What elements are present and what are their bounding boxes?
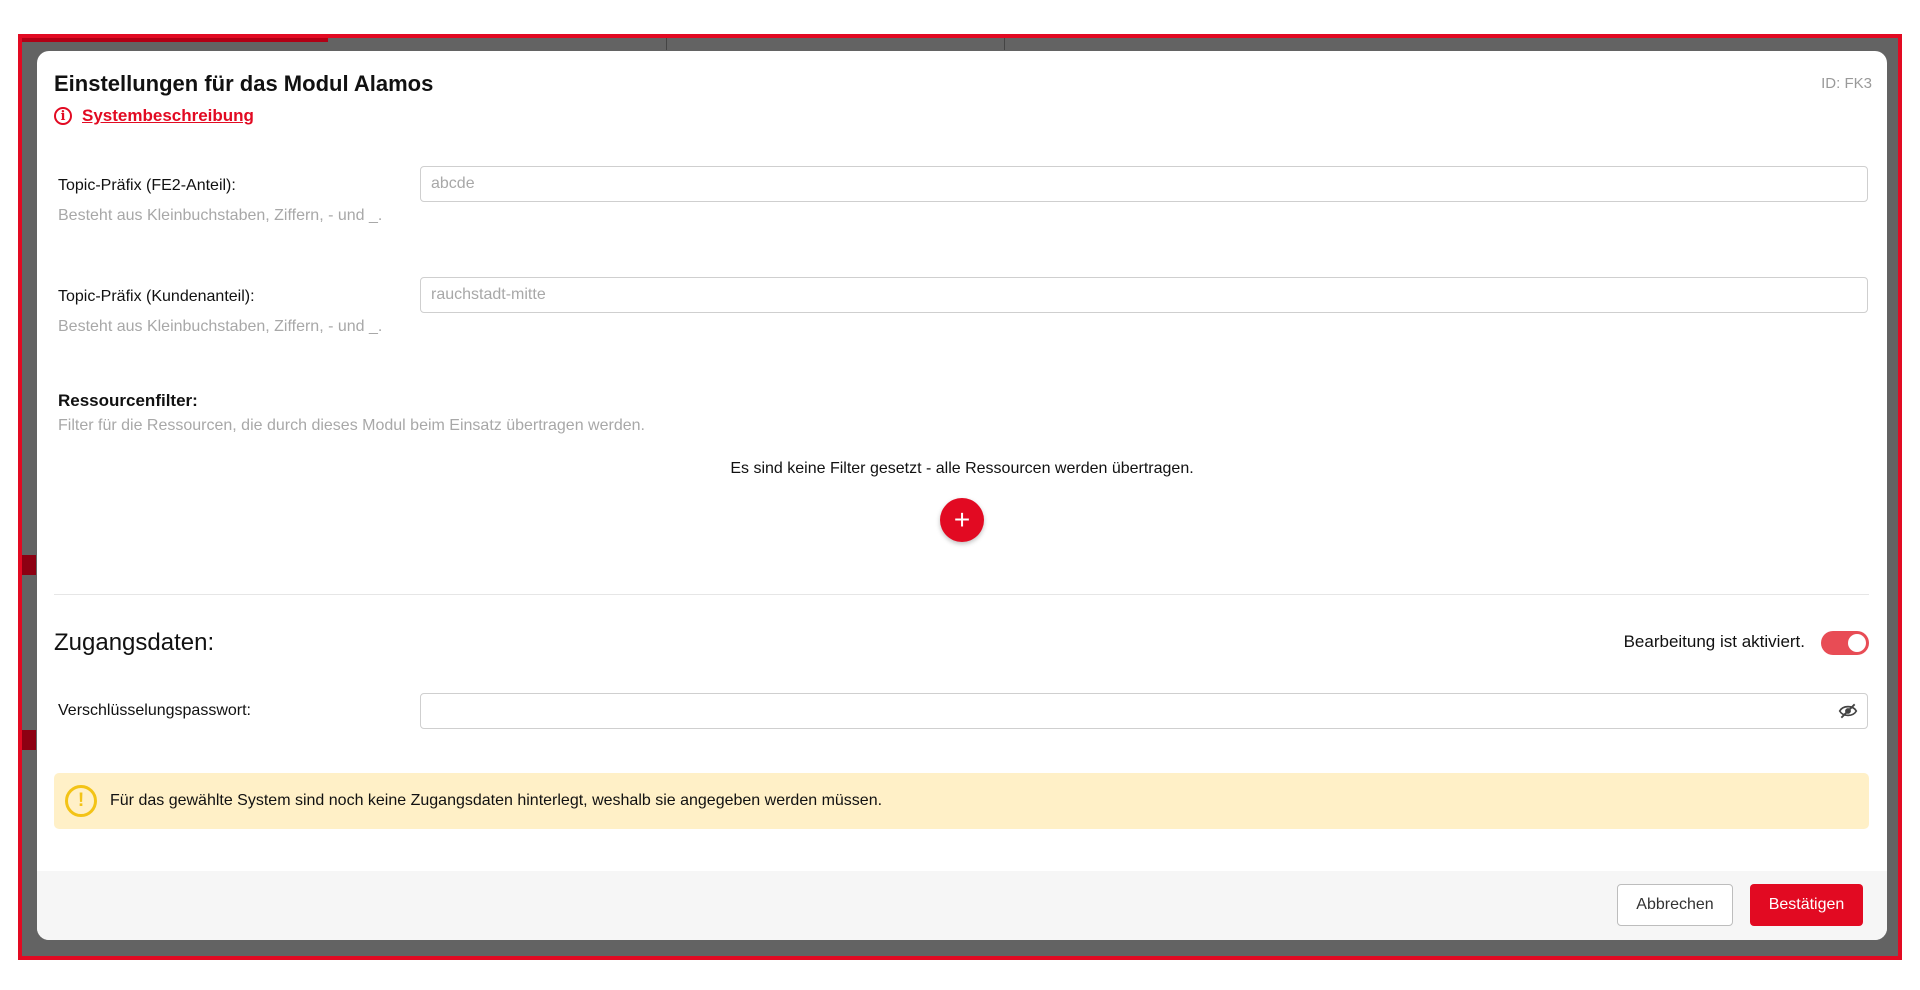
topic-customer-input[interactable] (420, 277, 1868, 313)
warning-text: Für das gewählte System sind noch keine … (110, 792, 883, 809)
edit-toggle[interactable] (1821, 631, 1869, 655)
confirm-button[interactable]: Bestätigen (1750, 884, 1863, 926)
topic-fe2-hint: Besteht aus Kleinbuchstaben, Ziffern, - … (58, 207, 383, 224)
password-input[interactable] (420, 693, 1868, 729)
info-icon: i (54, 107, 72, 125)
no-filter-message: Es sind keine Filter gesetzt - alle Ress… (730, 460, 1194, 477)
section-divider (54, 594, 1869, 595)
topic-customer-hint: Besteht aus Kleinbuchstaben, Ziffern, - … (58, 318, 383, 335)
dialog-title: Einstellungen für das Modul Alamos (54, 71, 434, 96)
cancel-button[interactable]: Abbrechen (1617, 884, 1733, 926)
dialog-footer: Abbrechen Bestätigen (37, 871, 1887, 940)
resource-filter-hint: Filter für die Ressourcen, die durch die… (58, 417, 645, 434)
plus-icon: + (953, 504, 971, 535)
background-tab-bar (22, 38, 328, 42)
background-divider (666, 38, 667, 50)
topic-customer-label: Topic-Präfix (Kundenanteil): (58, 288, 255, 305)
topic-fe2-input[interactable] (420, 166, 1868, 202)
toggle-knob (1848, 634, 1866, 652)
resource-filter-title: Ressourcenfilter: (58, 391, 198, 410)
system-description-link[interactable]: i Systembeschreibung (54, 106, 254, 126)
system-description-label: Systembeschreibung (82, 106, 254, 125)
background-divider (1004, 38, 1005, 50)
exclamation-icon: ! (65, 785, 97, 817)
access-data-title: Zugangsdaten: (54, 629, 215, 656)
password-field-wrapper (420, 693, 1868, 729)
missing-credentials-warning: ! Für das gewählte System sind noch kein… (54, 773, 1869, 829)
background-row-marker (22, 730, 36, 750)
background-row-marker (22, 555, 36, 575)
add-filter-button[interactable]: + (940, 498, 984, 542)
module-settings-dialog: Einstellungen für das Modul Alamos ID: F… (37, 51, 1887, 940)
eye-off-icon[interactable] (1838, 702, 1858, 720)
module-id: ID: FK3 (1821, 75, 1872, 92)
topic-fe2-label: Topic-Präfix (FE2-Anteil): (58, 177, 236, 194)
edit-toggle-label: Bearbeitung ist aktiviert. (1623, 632, 1805, 651)
password-label: Verschlüsselungspasswort: (58, 702, 251, 719)
